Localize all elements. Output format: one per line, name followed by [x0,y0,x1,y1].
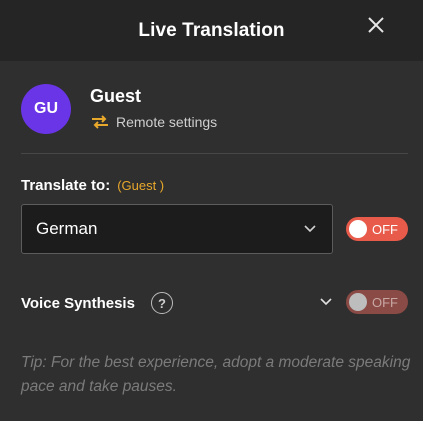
voice-synthesis-toggle[interactable]: OFF [346,290,408,314]
remote-settings-label: Remote settings [116,114,218,130]
voice-synthesis-row: Voice Synthesis ? [21,292,173,314]
voice-expand-chevron-icon[interactable] [320,298,332,306]
translate-to-label: Translate to: [21,177,111,194]
remote-settings-link[interactable]: Remote settings [90,114,217,130]
voice-synthesis-toggle-label: OFF [372,295,398,310]
swap-arrows-icon [92,115,108,129]
translate-target-user: (Guest ) [117,178,165,193]
tip-text: Tip: For the best experience, adopt a mo… [21,354,411,395]
language-select-value: German [36,219,98,238]
window-header: Live Translation [0,0,423,61]
avatar-initials: GU [34,100,58,117]
chevron-down-icon [304,225,316,233]
translation-toggle-label: OFF [372,222,398,237]
translate-to-label-row: Translate to: (Guest ) [21,177,164,194]
user-row: GU Guest Remote settings [21,84,411,134]
language-select[interactable]: German [21,204,333,254]
help-icon[interactable]: ? [150,292,173,314]
voice-synthesis-label: Voice Synthesis [21,294,135,312]
window-title: Live Translation [138,19,285,41]
close-icon[interactable] [365,14,387,36]
toggle-knob [349,293,367,311]
user-name: Guest [90,86,142,106]
avatar: GU [21,84,71,134]
translation-toggle[interactable]: OFF [346,217,408,241]
divider [21,153,408,154]
toggle-knob [349,220,367,238]
